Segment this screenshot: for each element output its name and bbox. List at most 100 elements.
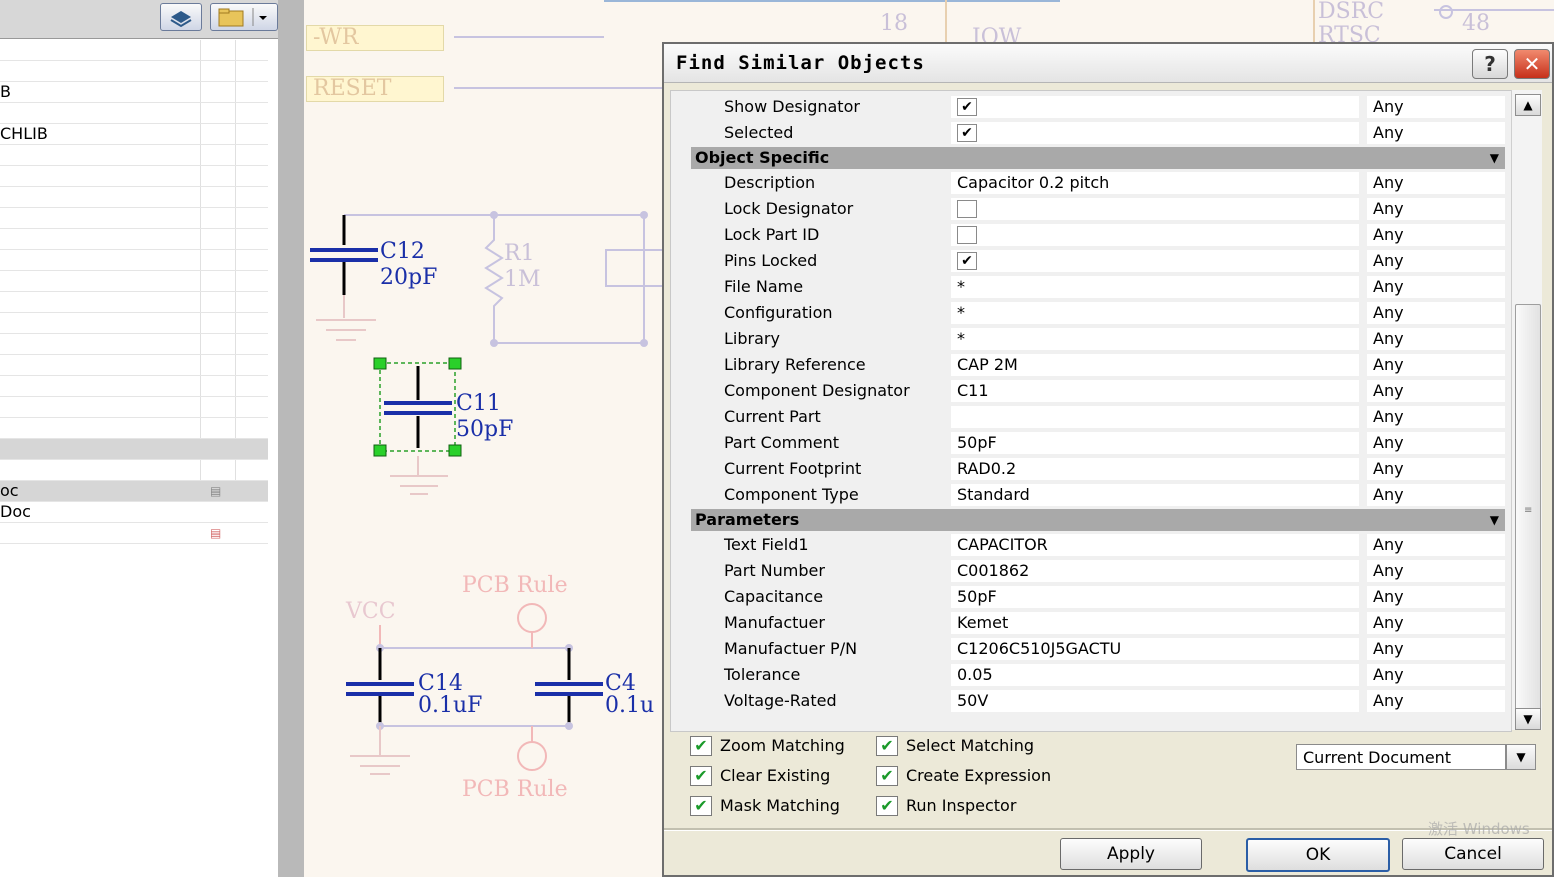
schematic-canvas[interactable]: -WR RESET C12 20pF R1 1M C11 50pF PCB Ru… — [304, 0, 664, 877]
match-select[interactable]: Any — [1367, 96, 1505, 118]
section-parameters[interactable]: Parameters ▼ — [691, 509, 1505, 531]
property-value[interactable]: 50pF — [951, 432, 1359, 454]
property-row: Pins Locked ✔ Any — [691, 249, 1505, 273]
checkbox-checked[interactable]: ✔ — [957, 98, 977, 116]
property-value[interactable]: ✔ — [951, 122, 1359, 144]
match-select[interactable]: Any — [1367, 406, 1505, 428]
match-select[interactable]: Any — [1367, 328, 1505, 350]
list-item[interactable] — [0, 208, 268, 229]
scope-select[interactable]: Current Document — [1296, 744, 1506, 770]
property-name: File Name — [724, 277, 804, 296]
match-select[interactable]: Any — [1367, 638, 1505, 660]
list-item[interactable] — [0, 313, 268, 334]
match-select[interactable]: Any — [1367, 690, 1505, 712]
collapse-chevron-icon[interactable]: ▼ — [1490, 509, 1499, 531]
list-item[interactable] — [0, 103, 268, 124]
property-value[interactable]: * — [951, 276, 1359, 298]
list-item-label: CHLIB — [0, 124, 48, 143]
collapse-chevron-icon[interactable]: ▼ — [1490, 147, 1499, 169]
list-item[interactable] — [0, 418, 268, 439]
section-object-specific[interactable]: Object Specific ▼ — [691, 147, 1505, 169]
property-value[interactable]: RAD0.2 — [951, 458, 1359, 480]
list-item-selected[interactable]: oc ▤ — [0, 481, 268, 502]
checkbox-checked[interactable]: ✔ — [957, 252, 977, 270]
match-select[interactable]: Any — [1367, 586, 1505, 608]
close-button[interactable]: ✕ — [1514, 49, 1550, 79]
ok-button[interactable]: OK — [1246, 838, 1390, 872]
property-value[interactable] — [951, 406, 1359, 428]
list-item[interactable] — [0, 271, 268, 292]
chevron-down-icon[interactable]: ▼ — [1506, 744, 1536, 770]
property-value[interactable]: C11 — [951, 380, 1359, 402]
designator-c11[interactable]: C11 — [456, 392, 501, 416]
match-select[interactable]: Any — [1367, 458, 1505, 480]
property-value[interactable]: CAP 2M — [951, 354, 1359, 376]
property-value[interactable]: Standard — [951, 484, 1359, 506]
list-item[interactable] — [0, 229, 268, 250]
dialog-titlebar[interactable]: Find Similar Objects ? ✕ — [664, 44, 1552, 83]
match-select[interactable]: Any — [1367, 560, 1505, 582]
vertical-scrollbar[interactable]: ▲ ≡ ▼ — [1511, 90, 1542, 730]
match-select[interactable]: Any — [1367, 302, 1505, 324]
match-select[interactable]: Any — [1367, 354, 1505, 376]
checkbox-unchecked[interactable] — [957, 226, 977, 244]
property-value[interactable]: * — [951, 302, 1359, 324]
property-value[interactable]: 50pF — [951, 586, 1359, 608]
list-item[interactable] — [0, 166, 268, 187]
scroll-down-arrow-icon[interactable]: ▼ — [1515, 708, 1541, 730]
help-button[interactable]: ? — [1472, 49, 1508, 79]
property-value[interactable] — [951, 224, 1359, 246]
property-value[interactable]: Kemet — [951, 612, 1359, 634]
match-select[interactable]: Any — [1367, 534, 1505, 556]
list-item[interactable] — [0, 187, 268, 208]
list-item[interactable]: Doc — [0, 502, 268, 523]
list-item[interactable] — [0, 250, 268, 271]
property-value[interactable]: C001862 — [951, 560, 1359, 582]
property-name: Library Reference — [724, 355, 866, 374]
property-value[interactable]: ✔ — [951, 250, 1359, 272]
list-item[interactable] — [0, 40, 268, 61]
open-folder-button[interactable] — [210, 3, 278, 31]
list-item[interactable] — [0, 460, 268, 481]
checkbox-checked[interactable]: ✔ — [957, 124, 977, 142]
match-select[interactable]: Any — [1367, 172, 1505, 194]
list-item-group-header[interactable] — [0, 439, 268, 460]
panel-splitter[interactable] — [278, 0, 304, 877]
list-item[interactable] — [0, 355, 268, 376]
apply-button[interactable]: Apply — [1060, 838, 1202, 870]
list-item[interactable] — [0, 376, 268, 397]
layers-button[interactable] — [160, 3, 202, 31]
cancel-button[interactable]: Cancel — [1402, 838, 1544, 870]
property-value[interactable]: Capacitor 0.2 pitch — [951, 172, 1359, 194]
comment-c11[interactable]: 50pF — [456, 418, 513, 442]
match-select[interactable]: Any — [1367, 612, 1505, 634]
property-row: Manufactuer Kemet Any — [691, 611, 1505, 635]
list-item[interactable]: ▤ — [0, 523, 268, 544]
match-select[interactable]: Any — [1367, 664, 1505, 686]
match-select[interactable]: Any — [1367, 122, 1505, 144]
list-item[interactable] — [0, 145, 268, 166]
property-value[interactable] — [951, 198, 1359, 220]
list-item[interactable] — [0, 61, 268, 82]
checkbox-unchecked[interactable] — [957, 200, 977, 218]
match-select[interactable]: Any — [1367, 484, 1505, 506]
match-select[interactable]: Any — [1367, 224, 1505, 246]
match-select[interactable]: Any — [1367, 276, 1505, 298]
match-select[interactable]: Any — [1367, 198, 1505, 220]
list-item[interactable] — [0, 397, 268, 418]
list-item[interactable] — [0, 334, 268, 355]
match-select[interactable]: Any — [1367, 250, 1505, 272]
scroll-up-arrow-icon[interactable]: ▲ — [1515, 94, 1541, 116]
property-value[interactable]: ✔ — [951, 96, 1359, 118]
list-item[interactable]: CHLIB — [0, 124, 268, 145]
property-value[interactable]: C1206C510J5GACTU — [951, 638, 1359, 660]
property-value[interactable]: 0.05 — [951, 664, 1359, 686]
match-select[interactable]: Any — [1367, 380, 1505, 402]
scrollbar-thumb[interactable]: ≡ — [1515, 304, 1541, 726]
match-select[interactable]: Any — [1367, 432, 1505, 454]
property-value[interactable]: * — [951, 328, 1359, 350]
property-value[interactable]: 50V — [951, 690, 1359, 712]
list-item[interactable]: B — [0, 82, 268, 103]
property-value[interactable]: CAPACITOR — [951, 534, 1359, 556]
list-item[interactable] — [0, 292, 268, 313]
